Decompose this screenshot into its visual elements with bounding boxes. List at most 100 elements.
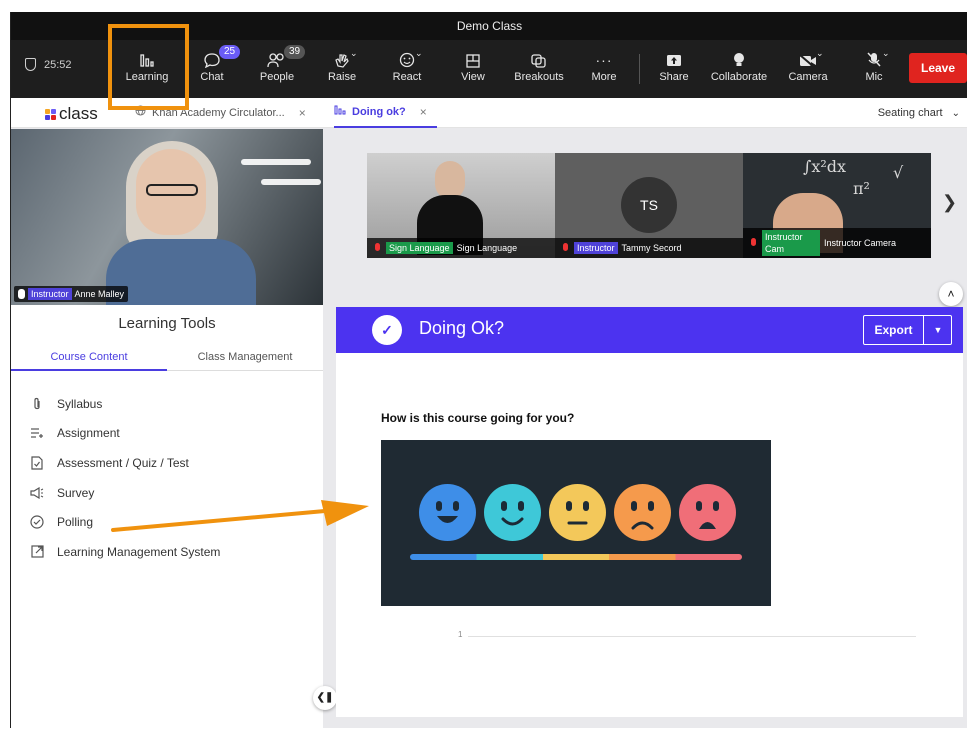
chevron-down-icon: ⌄ xyxy=(882,48,890,58)
collaborate-button[interactable]: Collaborate xyxy=(709,46,769,92)
tab-doing-ok[interactable]: Doing ok? × xyxy=(334,98,437,128)
tab-label: Doing ok? xyxy=(352,106,406,118)
role-badge: Instructor Cam xyxy=(762,230,820,256)
poll-header: ✓ Doing Ok? Export ▼ xyxy=(336,307,963,353)
collapse-panel-button[interactable]: ❮❚ xyxy=(313,686,337,710)
instructor-body xyxy=(106,239,256,305)
very-sad-face-icon xyxy=(679,484,736,541)
close-icon[interactable]: × xyxy=(420,97,427,127)
app-window: Demo Class 25:52 Learning 25 Chat 39 Peo… xyxy=(10,12,967,728)
avatar: TS xyxy=(621,177,677,233)
mic-muted-icon xyxy=(373,242,382,254)
neutral-face-icon xyxy=(549,484,606,541)
toolbar-divider xyxy=(639,54,640,84)
chevron-down-icon: ⌄ xyxy=(350,48,358,58)
very-happy-face-icon xyxy=(419,484,476,541)
participant-tile-instructor-camera[interactable]: ∫x²dx π² √ Instructor Cam Instructor Cam… xyxy=(743,153,931,258)
paperclip-icon xyxy=(29,396,45,412)
smiley-icon xyxy=(377,46,437,68)
bar-chart-icon xyxy=(334,97,346,127)
share-button[interactable]: Share xyxy=(644,46,704,92)
assignment-icon xyxy=(29,425,45,441)
lightbulb-icon xyxy=(709,46,769,68)
close-icon[interactable]: × xyxy=(299,98,306,128)
chalkboard-writing: ∫x²dx xyxy=(803,157,847,176)
tab-course-content[interactable]: Course Content xyxy=(11,343,167,371)
mic-muted-icon xyxy=(561,242,570,254)
scroll-up-button[interactable]: ˄ xyxy=(939,282,963,306)
leave-button[interactable]: Leave xyxy=(909,53,967,83)
session-timer: 25:52 xyxy=(25,58,72,71)
chat-count-badge: 25 xyxy=(219,45,241,59)
assessment-icon xyxy=(29,455,45,471)
list-item-syllabus[interactable]: Syllabus xyxy=(29,389,220,419)
logo-mark-icon xyxy=(45,108,56,120)
results-axis-tick: 1 xyxy=(458,630,463,639)
list-item-lms[interactable]: Learning Management System xyxy=(29,537,220,567)
annotation-arrow xyxy=(111,500,369,532)
participant-tile-sign-language[interactable]: Sign Language Sign Language xyxy=(367,153,555,258)
instructor-glasses xyxy=(146,184,198,196)
check-circle-icon: ✓ xyxy=(372,315,402,345)
participant-name: Instructor Camera xyxy=(824,238,897,248)
participant-name: Tammy Secord xyxy=(621,243,682,253)
raise-hand-button[interactable]: ⌄ Raise xyxy=(312,46,372,92)
chevron-down-icon: ⌄ xyxy=(951,108,960,119)
share-screen-icon xyxy=(644,46,704,68)
check-circle-icon xyxy=(29,514,45,530)
people-count-badge: 39 xyxy=(284,45,306,59)
mic-button[interactable]: ⌄ Mic xyxy=(844,46,904,92)
sad-face-icon xyxy=(614,484,671,541)
chalkboard-writing: √ xyxy=(893,163,904,182)
more-button[interactable]: ··· More xyxy=(574,46,634,92)
ceiling-light xyxy=(241,159,311,165)
video-name-tag: Instructor Anne Malley xyxy=(14,286,129,302)
class-logo: class xyxy=(45,104,98,124)
camera-button[interactable]: ⌄ Camera xyxy=(778,46,838,92)
timer-text: 25:52 xyxy=(44,58,72,71)
layout-grid-icon xyxy=(443,46,503,68)
chevron-down-icon: ⌄ xyxy=(816,48,824,58)
list-item-assignment[interactable]: Assignment xyxy=(29,419,220,449)
participant-tile-tammy-secord[interactable]: TS Instructor Tammy Secord xyxy=(555,153,743,258)
role-badge: Instructor xyxy=(28,288,72,300)
poll-question: How is this course going for you? xyxy=(381,411,575,425)
screenshot-frame: Demo Class 25:52 Learning 25 Chat 39 Peo… xyxy=(0,0,967,731)
external-link-icon xyxy=(29,544,45,560)
instructor-video[interactable]: Instructor Anne Malley xyxy=(11,129,323,305)
emoji-row xyxy=(419,484,736,541)
hand-icon xyxy=(312,46,372,68)
participant-strip: Sign Language Sign Language TS Instructo… xyxy=(367,153,932,258)
camera-off-icon xyxy=(778,46,838,68)
learning-tools-title: Learning Tools xyxy=(118,315,216,332)
list-item-assessment[interactable]: Assessment / Quiz / Test xyxy=(29,448,220,478)
role-badge: Sign Language xyxy=(386,242,453,254)
mic-off-icon xyxy=(844,46,904,68)
shield-icon xyxy=(25,58,36,71)
sentiment-color-bar xyxy=(410,554,742,560)
breakouts-button[interactable]: Breakouts xyxy=(509,46,569,92)
export-label: Export xyxy=(864,316,924,344)
view-button[interactable]: View xyxy=(443,46,503,92)
learning-tools-tabs: Course Content Class Management xyxy=(11,343,323,371)
seating-chart-dropdown[interactable]: Seating chart ⌄ xyxy=(878,98,960,128)
chalkboard-writing: π² xyxy=(853,179,870,198)
react-button[interactable]: ⌄ React xyxy=(377,46,437,92)
poll-title: Doing Ok? xyxy=(419,318,505,338)
chevron-up-icon: ˄ xyxy=(947,287,955,301)
chat-button[interactable]: 25 Chat xyxy=(182,45,242,92)
happy-face-icon xyxy=(484,484,541,541)
mic-icon xyxy=(18,289,25,299)
video-name-tag: Sign Language Sign Language xyxy=(367,238,555,258)
breakout-rooms-icon xyxy=(509,46,569,68)
chevron-down-icon: ⌄ xyxy=(415,48,423,58)
export-button[interactable]: Export ▼ xyxy=(863,315,952,345)
participant-name: Anne Malley xyxy=(74,289,125,299)
chevron-right-icon[interactable]: ❯ xyxy=(942,192,957,213)
poll-panel: ✓ Doing Ok? Export ▼ How is this course … xyxy=(336,307,963,717)
chevron-down-icon[interactable]: ▼ xyxy=(925,316,951,344)
role-badge: Instructor xyxy=(574,242,618,254)
emoji-scale-image xyxy=(381,440,771,606)
tab-class-management[interactable]: Class Management xyxy=(167,343,323,371)
people-button[interactable]: 39 People xyxy=(247,45,307,92)
